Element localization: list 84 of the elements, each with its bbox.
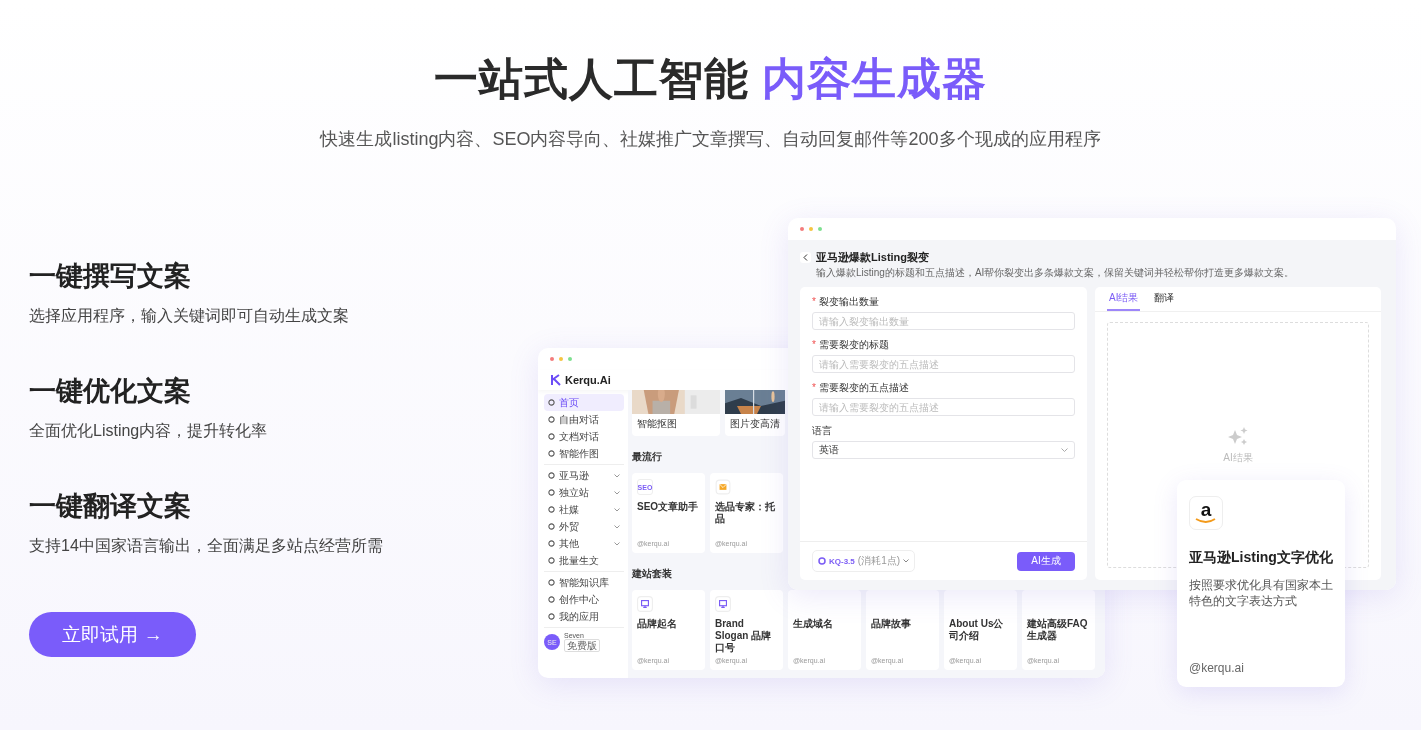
page-title: 一站式人工智能 内容生成器 — [433, 53, 988, 105]
sidebar-item[interactable]: 智能作图 — [544, 445, 624, 462]
sidebar-item[interactable]: 社媒 — [544, 501, 624, 518]
card-title: 智能抠图 — [636, 417, 678, 431]
card-title: 品牌故事 — [871, 618, 912, 630]
circle-icon — [548, 523, 555, 530]
card-title: 建站高级FAQ生成器 — [1027, 618, 1089, 642]
field-label: * 需要裂变的五点描述 — [812, 381, 910, 395]
chevron-down-icon — [1061, 448, 1068, 452]
chevron-down-icon — [614, 473, 620, 478]
try-now-button[interactable]: 立即试用 → — [29, 612, 196, 657]
app-card[interactable]: 图片变高清 — [725, 390, 785, 436]
circle-icon — [548, 540, 555, 547]
card-text: 按照要求优化具有国家本土特色的文字表达方式 — [1189, 577, 1333, 609]
plan-badge: 免费版 — [564, 639, 600, 652]
sidebar-item[interactable]: 创作中心 — [544, 591, 624, 608]
chevron-down-icon — [614, 490, 620, 495]
tool-title: 亚马逊爆款Listing裂变 — [816, 250, 930, 265]
chevron-down-icon — [614, 524, 620, 529]
chevron-down-icon — [903, 559, 910, 563]
input-field[interactable]: 请输入需要裂变的五点描述 — [812, 355, 1075, 373]
generate-button[interactable]: AI生成 — [1017, 551, 1075, 571]
logo-text: Kerqu.Ai — [565, 374, 611, 386]
card-title: About Us公司介绍 — [949, 618, 1005, 642]
circle-icon — [548, 557, 555, 564]
sidebar-item[interactable]: 自由对话 — [544, 411, 624, 428]
amazon-logo-icon: a — [1189, 496, 1223, 530]
circle-icon — [548, 613, 555, 620]
feature-title: 一键优化文案 — [29, 375, 192, 408]
model-select[interactable]: KQ-3.5 (消耗1点) — [812, 550, 916, 572]
card-title: 选品专家：托品 — [715, 501, 776, 525]
sidebar-item[interactable]: 首页 — [544, 394, 624, 411]
sidebar-item[interactable]: 亚马逊 — [544, 467, 624, 484]
circle-icon — [548, 596, 555, 603]
section-title: 最流行 — [632, 450, 662, 464]
section-title: 建站套装 — [632, 567, 672, 581]
app-card[interactable]: a 亚马逊Listing文字优化 按照要求优化具有国家本土特色的文字表达方式 @kerqu.ai — [1177, 480, 1345, 687]
field-label: * 需要裂变的标题 — [812, 338, 890, 352]
sidebar-item[interactable]: 文档对话 — [544, 428, 624, 445]
tab[interactable]: 翻译 — [1152, 287, 1177, 311]
feature-text: 全面优化Listing内容，提升转化率 — [29, 421, 269, 441]
feature-text: 支持14中国家语言输出，全面满足多站点经营所需 — [29, 536, 383, 556]
card-title: 图片变高清 — [729, 417, 781, 431]
envelope-icon — [715, 479, 731, 495]
circle-icon — [548, 416, 555, 423]
card-title: 生成域名 — [793, 618, 834, 630]
sidebar-item[interactable]: 批量生文 — [544, 552, 624, 569]
input-field[interactable]: 请输入裂变输出数量 — [812, 312, 1075, 330]
card-title: 品牌起名 — [637, 618, 678, 630]
card-title: 亚马逊Listing文字优化 — [1189, 549, 1333, 567]
logo-icon — [550, 374, 562, 386]
sidebar-item[interactable]: 智能知识库 — [544, 574, 624, 591]
model-icon — [818, 557, 826, 565]
card-title: SEO文章助手 — [637, 501, 700, 513]
circle-icon — [548, 489, 555, 496]
sidebar-item[interactable]: 我的应用 — [544, 608, 624, 625]
tool-description: 输入爆款Listing的标题和五点描述，AI帮你裂变出多条爆款文案，保留关键词并轻松帮你打造更多爆款文案。 — [816, 267, 1296, 279]
monitor-icon — [715, 596, 731, 612]
language-select[interactable]: 英语 — [812, 441, 1075, 459]
empty-text: AI结果 — [1223, 450, 1253, 465]
circle-icon — [548, 450, 555, 457]
circle-icon — [548, 506, 555, 513]
sidebar-item[interactable]: 其他 — [544, 535, 624, 552]
monitor-icon — [637, 596, 653, 612]
sidebar-item[interactable]: 独立站 — [544, 484, 624, 501]
chevron-down-icon — [614, 541, 620, 546]
card-footer: @kerqu.ai — [1189, 661, 1333, 675]
back-button[interactable] — [800, 252, 811, 263]
field-label: * 裂变输出数量 — [812, 295, 880, 309]
circle-icon — [548, 472, 555, 479]
app-card[interactable]: 智能抠图 — [632, 390, 720, 436]
chevron-down-icon — [614, 507, 620, 512]
circle-icon — [548, 399, 555, 406]
feature-text: 选择应用程序，输入关键词即可自动生成文案 — [29, 306, 350, 326]
tab[interactable]: AI结果 — [1107, 287, 1141, 311]
feature-title: 一键撰写文案 — [29, 260, 192, 293]
sidebar-item[interactable]: 外贸 — [544, 518, 624, 535]
circle-icon — [548, 579, 555, 586]
feature-title: 一键翻译文案 — [29, 490, 192, 523]
card-title: Brand Slogan 品牌口号 — [715, 618, 773, 654]
field-label: 语言 — [812, 424, 833, 438]
circle-icon — [548, 433, 555, 440]
page-subtitle: 快速生成listing内容、SEO内容导向、社媒推广文章撰写、自动回复邮件等200多个现成的应用程序 — [320, 128, 1101, 151]
input-field[interactable]: 请输入需要裂变的五点描述 — [812, 398, 1075, 416]
